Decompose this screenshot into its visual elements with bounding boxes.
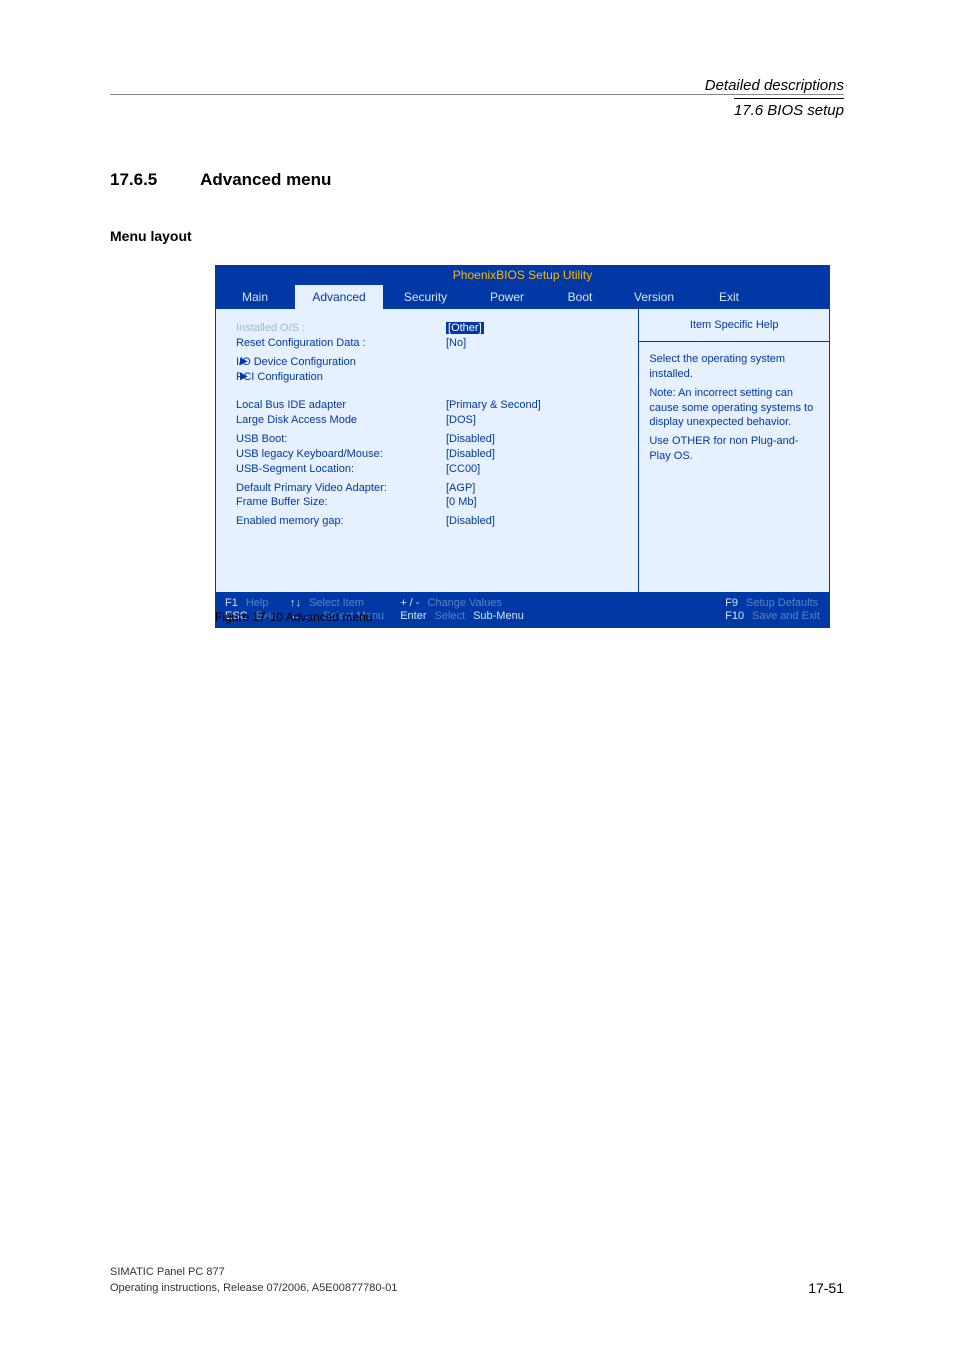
- row-large-disk[interactable]: Large Disk Access Mode [DOS]: [234, 413, 626, 428]
- footer-plusminus: + / -: [400, 597, 419, 609]
- bios-window: PhoenixBIOS Setup Utility Main Advanced …: [215, 265, 830, 628]
- page-footer-left: SIMATIC Panel PC 877 Operating instructi…: [110, 1265, 397, 1296]
- tab-version[interactable]: Version: [614, 285, 694, 309]
- section-heading: 17.6.5 Advanced menu: [110, 170, 331, 190]
- help-text: Select the operating system installed. N…: [649, 352, 819, 464]
- footer-col-keys2: + / - Change Values Enter Select Sub-Menu: [400, 597, 524, 622]
- subheading: Menu layout: [110, 228, 192, 244]
- tab-boot[interactable]: Boot: [546, 285, 614, 309]
- bios-menubar: Main Advanced Security Power Boot Versio…: [215, 285, 830, 309]
- large-disk-value: [DOS]: [446, 413, 476, 428]
- footer-help: Help: [246, 597, 269, 609]
- footer-f10: F10: [725, 610, 744, 622]
- footer-setup-defaults: Setup Defaults: [746, 597, 818, 609]
- row-reset-config[interactable]: Reset Configuration Data : [No]: [234, 336, 626, 351]
- footer-save-exit: Save and Exit: [752, 610, 820, 622]
- submenu-marker-icon: ▶: [240, 355, 248, 369]
- section-title: Advanced menu: [200, 170, 331, 189]
- usb-boot-label: USB Boot:: [236, 432, 446, 447]
- footer-submenu: Sub-Menu: [473, 610, 524, 622]
- reset-config-label: Reset Configuration Data :: [236, 336, 446, 351]
- footer-select-item: Select Item: [309, 597, 364, 609]
- installed-os-value: [Other]: [446, 321, 484, 336]
- bios-left-pane: Installed O/S : [Other] Reset Configurat…: [215, 309, 639, 593]
- tab-exit[interactable]: Exit: [694, 285, 764, 309]
- usb-legacy-value: [Disabled]: [446, 447, 495, 462]
- row-pci-config[interactable]: ▶ PCI Configuration: [234, 370, 626, 385]
- row-local-bus[interactable]: Local Bus IDE adapter [Primary & Second]: [234, 398, 626, 413]
- page-footer: SIMATIC Panel PC 877 Operating instructi…: [110, 1265, 844, 1296]
- submenu-marker-icon: ▶: [240, 370, 248, 384]
- bios-body: Installed O/S : [Other] Reset Configurat…: [215, 309, 830, 593]
- reset-config-value: [No]: [446, 336, 466, 351]
- page-number: 17-51: [808, 1280, 844, 1296]
- footer-select: Select: [434, 610, 465, 622]
- help-divider: [639, 341, 829, 342]
- row-usb-legacy[interactable]: USB legacy Keyboard/Mouse: [Disabled]: [234, 447, 626, 462]
- io-device-label: I/O Device Configuration: [236, 355, 446, 370]
- page-header: Detailed descriptions 17.6 BIOS setup: [705, 75, 844, 121]
- tab-advanced[interactable]: Advanced: [295, 285, 383, 309]
- header-title-1: Detailed descriptions: [705, 75, 844, 96]
- row-installed-os[interactable]: Installed O/S : [Other]: [234, 321, 626, 336]
- header-title-2: 17.6 BIOS setup: [734, 98, 844, 121]
- memory-gap-label: Enabled memory gap:: [236, 514, 446, 529]
- large-disk-label: Large Disk Access Mode: [236, 413, 446, 428]
- footer-col-keys3: F9 Setup Defaults F10 Save and Exit: [725, 597, 820, 622]
- row-memory-gap[interactable]: Enabled memory gap: [Disabled]: [234, 514, 626, 529]
- tab-main[interactable]: Main: [215, 285, 295, 309]
- help-title: Item Specific Help: [649, 319, 819, 331]
- row-default-video[interactable]: Default Primary Video Adapter: [AGP]: [234, 481, 626, 496]
- frame-buffer-label: Frame Buffer Size:: [236, 495, 446, 510]
- footer-enter: Enter: [400, 610, 426, 622]
- default-video-label: Default Primary Video Adapter:: [236, 481, 446, 496]
- help-p2: Note: An incorrect setting can cause som…: [649, 386, 819, 431]
- pci-config-label: PCI Configuration: [236, 370, 446, 385]
- installed-os-label: Installed O/S :: [236, 321, 446, 336]
- footer-change-values: Change Values: [427, 597, 501, 609]
- usb-segment-value: [CC00]: [446, 462, 480, 477]
- usb-legacy-label: USB legacy Keyboard/Mouse:: [236, 447, 446, 462]
- bios-help-pane: Item Specific Help Select the operating …: [639, 309, 830, 593]
- footer-line2: Operating instructions, Release 07/2006,…: [110, 1281, 397, 1296]
- row-usb-boot[interactable]: USB Boot: [Disabled]: [234, 432, 626, 447]
- tab-power[interactable]: Power: [468, 285, 546, 309]
- tab-security[interactable]: Security: [383, 285, 468, 309]
- memory-gap-value: [Disabled]: [446, 514, 495, 529]
- footer-line1: SIMATIC Panel PC 877: [110, 1265, 397, 1280]
- help-p3: Use OTHER for non Plug-and-Play OS.: [649, 434, 819, 464]
- local-bus-value: [Primary & Second]: [446, 398, 541, 413]
- local-bus-label: Local Bus IDE adapter: [236, 398, 446, 413]
- help-p1: Select the operating system installed.: [649, 352, 819, 382]
- row-frame-buffer[interactable]: Frame Buffer Size: [0 Mb]: [234, 495, 626, 510]
- figure-caption: Figure 17-10 Advanced menu: [215, 610, 372, 624]
- row-io-device[interactable]: ▶ I/O Device Configuration: [234, 355, 626, 370]
- bios-titlebar: PhoenixBIOS Setup Utility: [215, 265, 830, 285]
- frame-buffer-value: [0 Mb]: [446, 495, 477, 510]
- usb-boot-value: [Disabled]: [446, 432, 495, 447]
- default-video-value: [AGP]: [446, 481, 475, 496]
- section-number: 17.6.5: [110, 170, 196, 190]
- footer-f1: F1: [225, 597, 238, 609]
- footer-f9: F9: [725, 597, 738, 609]
- row-usb-segment[interactable]: USB-Segment Location: [CC00]: [234, 462, 626, 477]
- arrow-updown-icon: ↑↓: [290, 597, 301, 609]
- usb-segment-label: USB-Segment Location:: [236, 462, 446, 477]
